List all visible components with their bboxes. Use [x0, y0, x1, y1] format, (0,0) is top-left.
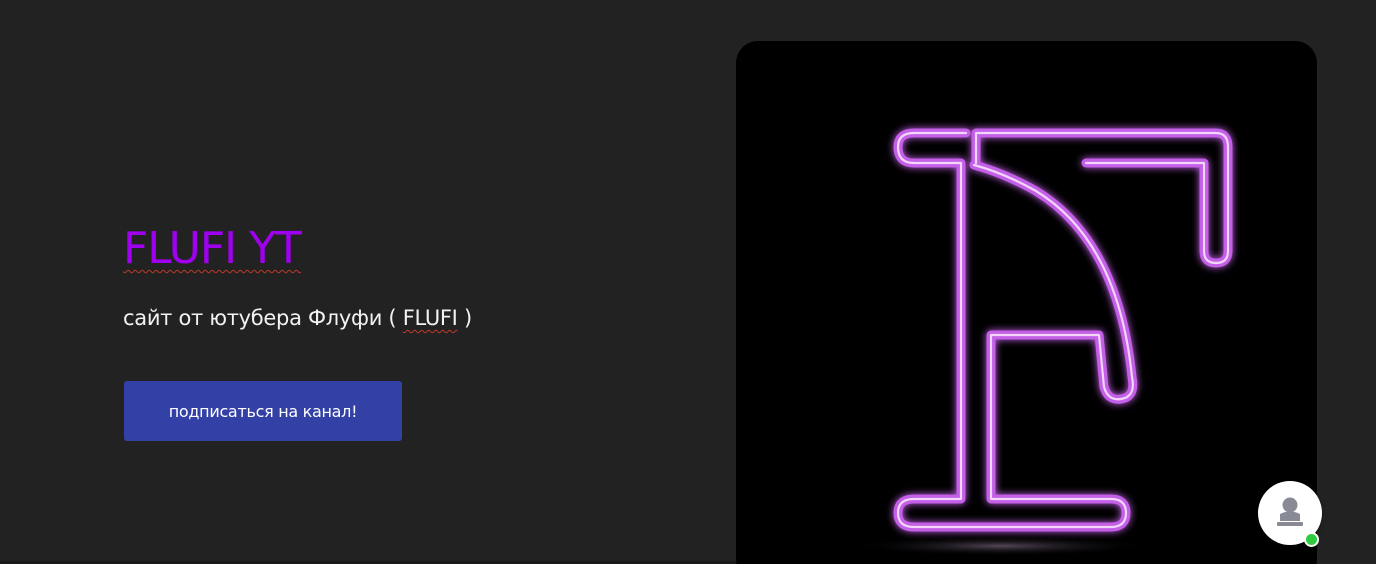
neon-letter-f-logo-icon — [851, 128, 1233, 556]
subtitle-name: FLUFI — [402, 306, 458, 330]
page: FLUFI YT сайт от ютубера Флуфи ( FLUFI )… — [0, 0, 1376, 564]
page-subtitle: сайт от ютубера Флуфи ( FLUFI ) — [123, 296, 643, 340]
hero-text: FLUFI YT сайт от ютубера Флуфи ( FLUFI ) — [123, 218, 643, 340]
person-icon — [1277, 497, 1303, 526]
subscribe-button[interactable]: подписаться на канал! — [124, 381, 402, 441]
page-title: FLUFI YT — [123, 223, 302, 274]
subtitle-suffix: ) — [457, 306, 472, 330]
online-status-indicator — [1304, 532, 1319, 547]
logo-image — [736, 41, 1317, 564]
subtitle-text: сайт от ютубера Флуфи ( — [123, 306, 403, 330]
